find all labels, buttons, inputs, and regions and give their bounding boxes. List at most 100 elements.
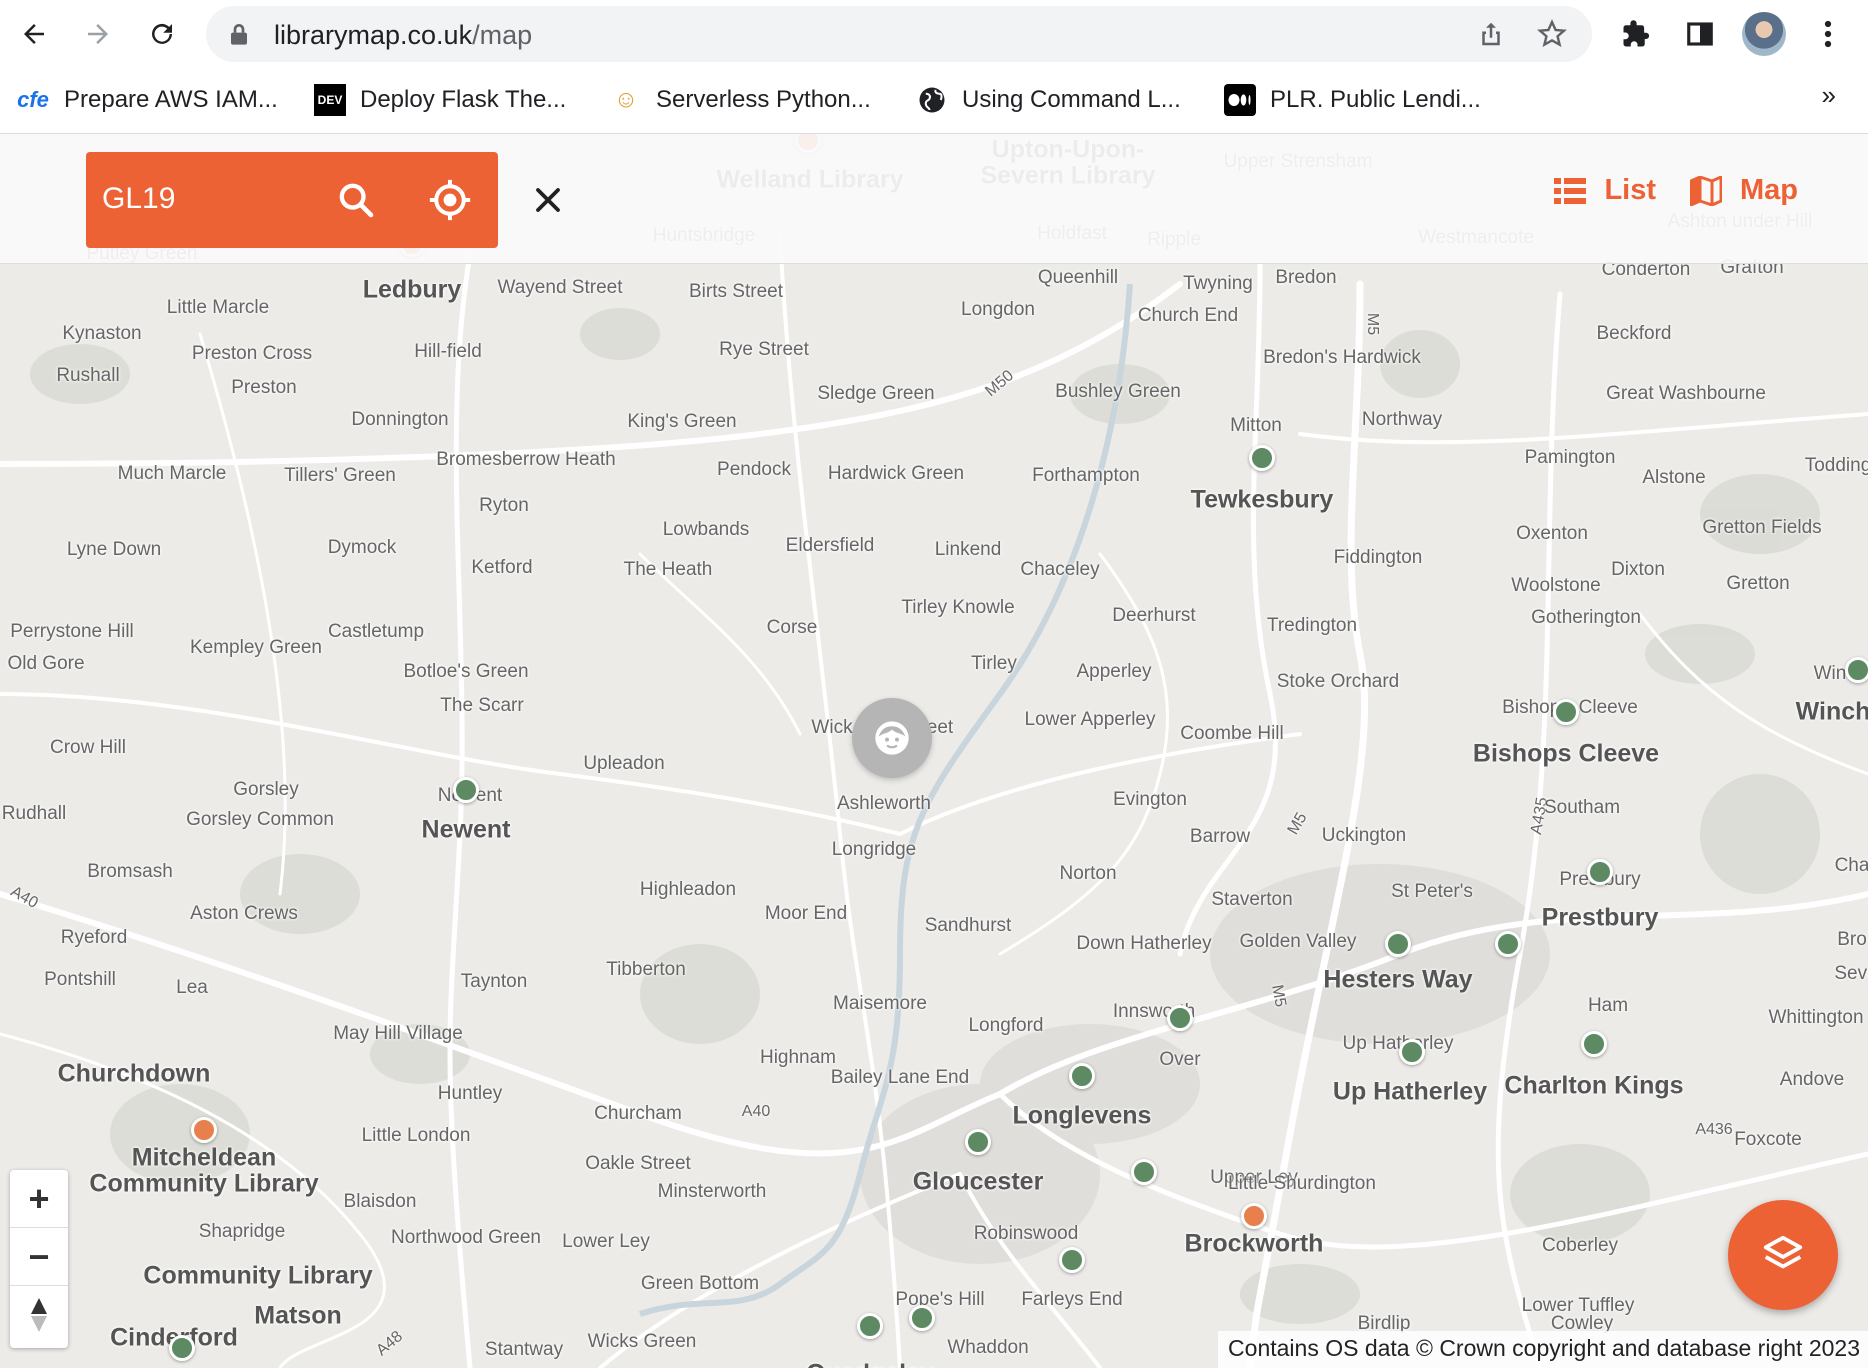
map-place-label: Bredon [1275, 267, 1337, 288]
map-place-label: Up Hatherley [1342, 1033, 1454, 1054]
star-icon[interactable] [1536, 18, 1568, 50]
map-place-label: Lea [176, 977, 208, 998]
lock-icon [231, 24, 247, 45]
map-place-label: Highnam [759, 1047, 837, 1068]
library-marker[interactable] [1587, 859, 1613, 885]
map-place-label: Bro [1837, 929, 1867, 950]
map-town-label: Matson [254, 1301, 342, 1330]
map-place-label: Whittington [1768, 1007, 1864, 1028]
library-marker[interactable] [453, 777, 479, 803]
map-place-label: Eldersfield [785, 535, 875, 556]
profile-avatar[interactable] [1742, 12, 1786, 56]
bookmark-2[interactable]: DEV Deploy Flask The... [314, 80, 566, 120]
locate-me-button[interactable] [422, 172, 478, 228]
cfe-icon: cfe [17, 87, 49, 112]
map-place-label: Farleys End [1021, 1289, 1123, 1310]
map-place-label: Wick [811, 717, 853, 738]
library-marker[interactable] [1845, 657, 1868, 683]
map-town-label: Community Library [143, 1261, 373, 1290]
library-marker[interactable] [169, 1335, 195, 1361]
map-place-label: Kynaston [62, 323, 142, 344]
list-view-label: List [1604, 174, 1656, 206]
map-place-label: Deerhurst [1112, 605, 1196, 626]
layers-button[interactable] [1728, 1200, 1838, 1310]
bookmark-5[interactable]: PLR. Public Lendi... [1224, 80, 1481, 120]
map-place-label: Bushley Green [1055, 381, 1181, 402]
library-marker[interactable] [1059, 1247, 1085, 1273]
library-marker[interactable] [1581, 1031, 1607, 1057]
list-view-button[interactable]: List [1554, 174, 1656, 207]
map-place-label: Barrow [1189, 826, 1251, 847]
bookmark-3[interactable]: ☺ Serverless Python... [610, 80, 871, 120]
map-place-label: Over [1159, 1049, 1201, 1070]
library-marker[interactable] [1241, 1203, 1267, 1229]
library-marker[interactable] [1249, 445, 1275, 471]
library-marker[interactable] [191, 1117, 217, 1143]
app-header: GL19 List Map [0, 134, 1868, 264]
user-location-marker[interactable] [852, 698, 932, 778]
map-place-label: Pope's Hill [895, 1289, 985, 1310]
map-place-label: Tirley Knowle [901, 597, 1015, 618]
map-place-label: Linkend [934, 539, 1002, 560]
map-place-label: Robinswood [973, 1223, 1079, 1244]
map-place-label: Longridge [831, 839, 917, 860]
forward-button[interactable] [74, 10, 122, 58]
map-place-label: Great Washbourne [1606, 383, 1766, 404]
map-place-label: Huntley [437, 1083, 503, 1104]
search-input[interactable]: GL19 [102, 182, 175, 216]
map-place-label: Seve [1834, 963, 1868, 984]
map-place-label: Foxcote [1734, 1129, 1802, 1150]
map-town-label: Churchdown [57, 1059, 211, 1088]
library-marker[interactable] [965, 1129, 991, 1155]
map-place-label: Fiddington [1333, 547, 1423, 568]
map-town-label: Longlevens [1012, 1101, 1152, 1130]
browser-menu-button[interactable] [1804, 10, 1852, 58]
library-marker[interactable] [1385, 931, 1411, 957]
back-button[interactable] [10, 10, 58, 58]
compass-button[interactable] [10, 1286, 68, 1344]
bookmark-4[interactable]: Using Command L... [916, 80, 1181, 120]
library-marker[interactable] [857, 1313, 883, 1339]
search-button[interactable] [328, 172, 384, 228]
library-marker[interactable] [1399, 1039, 1425, 1065]
library-marker[interactable] [1495, 931, 1521, 957]
map-place-label: Ham [1587, 995, 1629, 1016]
map-place-label: May Hill Village [333, 1023, 463, 1044]
library-marker[interactable] [1553, 699, 1579, 725]
kebab-menu-icon [1824, 20, 1832, 48]
map-town-label: Charlton Kings [1504, 1071, 1684, 1100]
arrow-left-icon [24, 24, 44, 44]
map-view-button[interactable]: Map [1690, 174, 1798, 207]
map-place-label: Coberley [1541, 1235, 1619, 1256]
library-marker[interactable] [1167, 1005, 1193, 1031]
zoom-out-button[interactable]: − [10, 1228, 68, 1286]
extensions-button[interactable] [1612, 10, 1660, 58]
library-marker[interactable] [1069, 1063, 1095, 1089]
map-place-label: Cha [1834, 855, 1868, 876]
crosshair-icon [429, 179, 471, 221]
map-place-label: Northway [1361, 409, 1443, 430]
library-marker[interactable] [1131, 1159, 1157, 1185]
view-toggle: List Map [1554, 174, 1798, 207]
side-panel-icon [1687, 22, 1713, 46]
globe-icon [916, 84, 948, 116]
map-town-label: Quedgeley [806, 1360, 934, 1368]
map-place-label: Little Shurdington [1228, 1173, 1376, 1194]
address-bar[interactable]: librarymap.co.uk/map [206, 6, 1592, 62]
bookmarks-overflow-button[interactable]: » [1822, 80, 1836, 111]
clear-search-button[interactable] [520, 172, 576, 228]
map-place-label: Taynton [460, 971, 528, 992]
side-panel-button[interactable] [1676, 10, 1724, 58]
bookmark-1[interactable]: cfe Prepare AWS IAM... [16, 80, 278, 120]
browser-toolbar: librarymap.co.uk/map [0, 0, 1868, 68]
map-place-label: Queenhill [1037, 267, 1119, 288]
map-place-label: Bredon's Hardwick [1263, 347, 1421, 368]
share-icon[interactable] [1476, 18, 1506, 50]
map-place-label: Gretton [1726, 573, 1790, 594]
map-canvas[interactable]: M50 M5 M5 M5 A40 A40 A435 A436 A48 Wella… [0, 134, 1868, 1368]
library-marker[interactable] [909, 1305, 935, 1331]
zoom-in-button[interactable]: + [10, 1170, 68, 1228]
search-icon [339, 183, 374, 218]
postcode-search-box[interactable]: GL19 [86, 152, 498, 248]
reload-button[interactable] [138, 10, 186, 58]
